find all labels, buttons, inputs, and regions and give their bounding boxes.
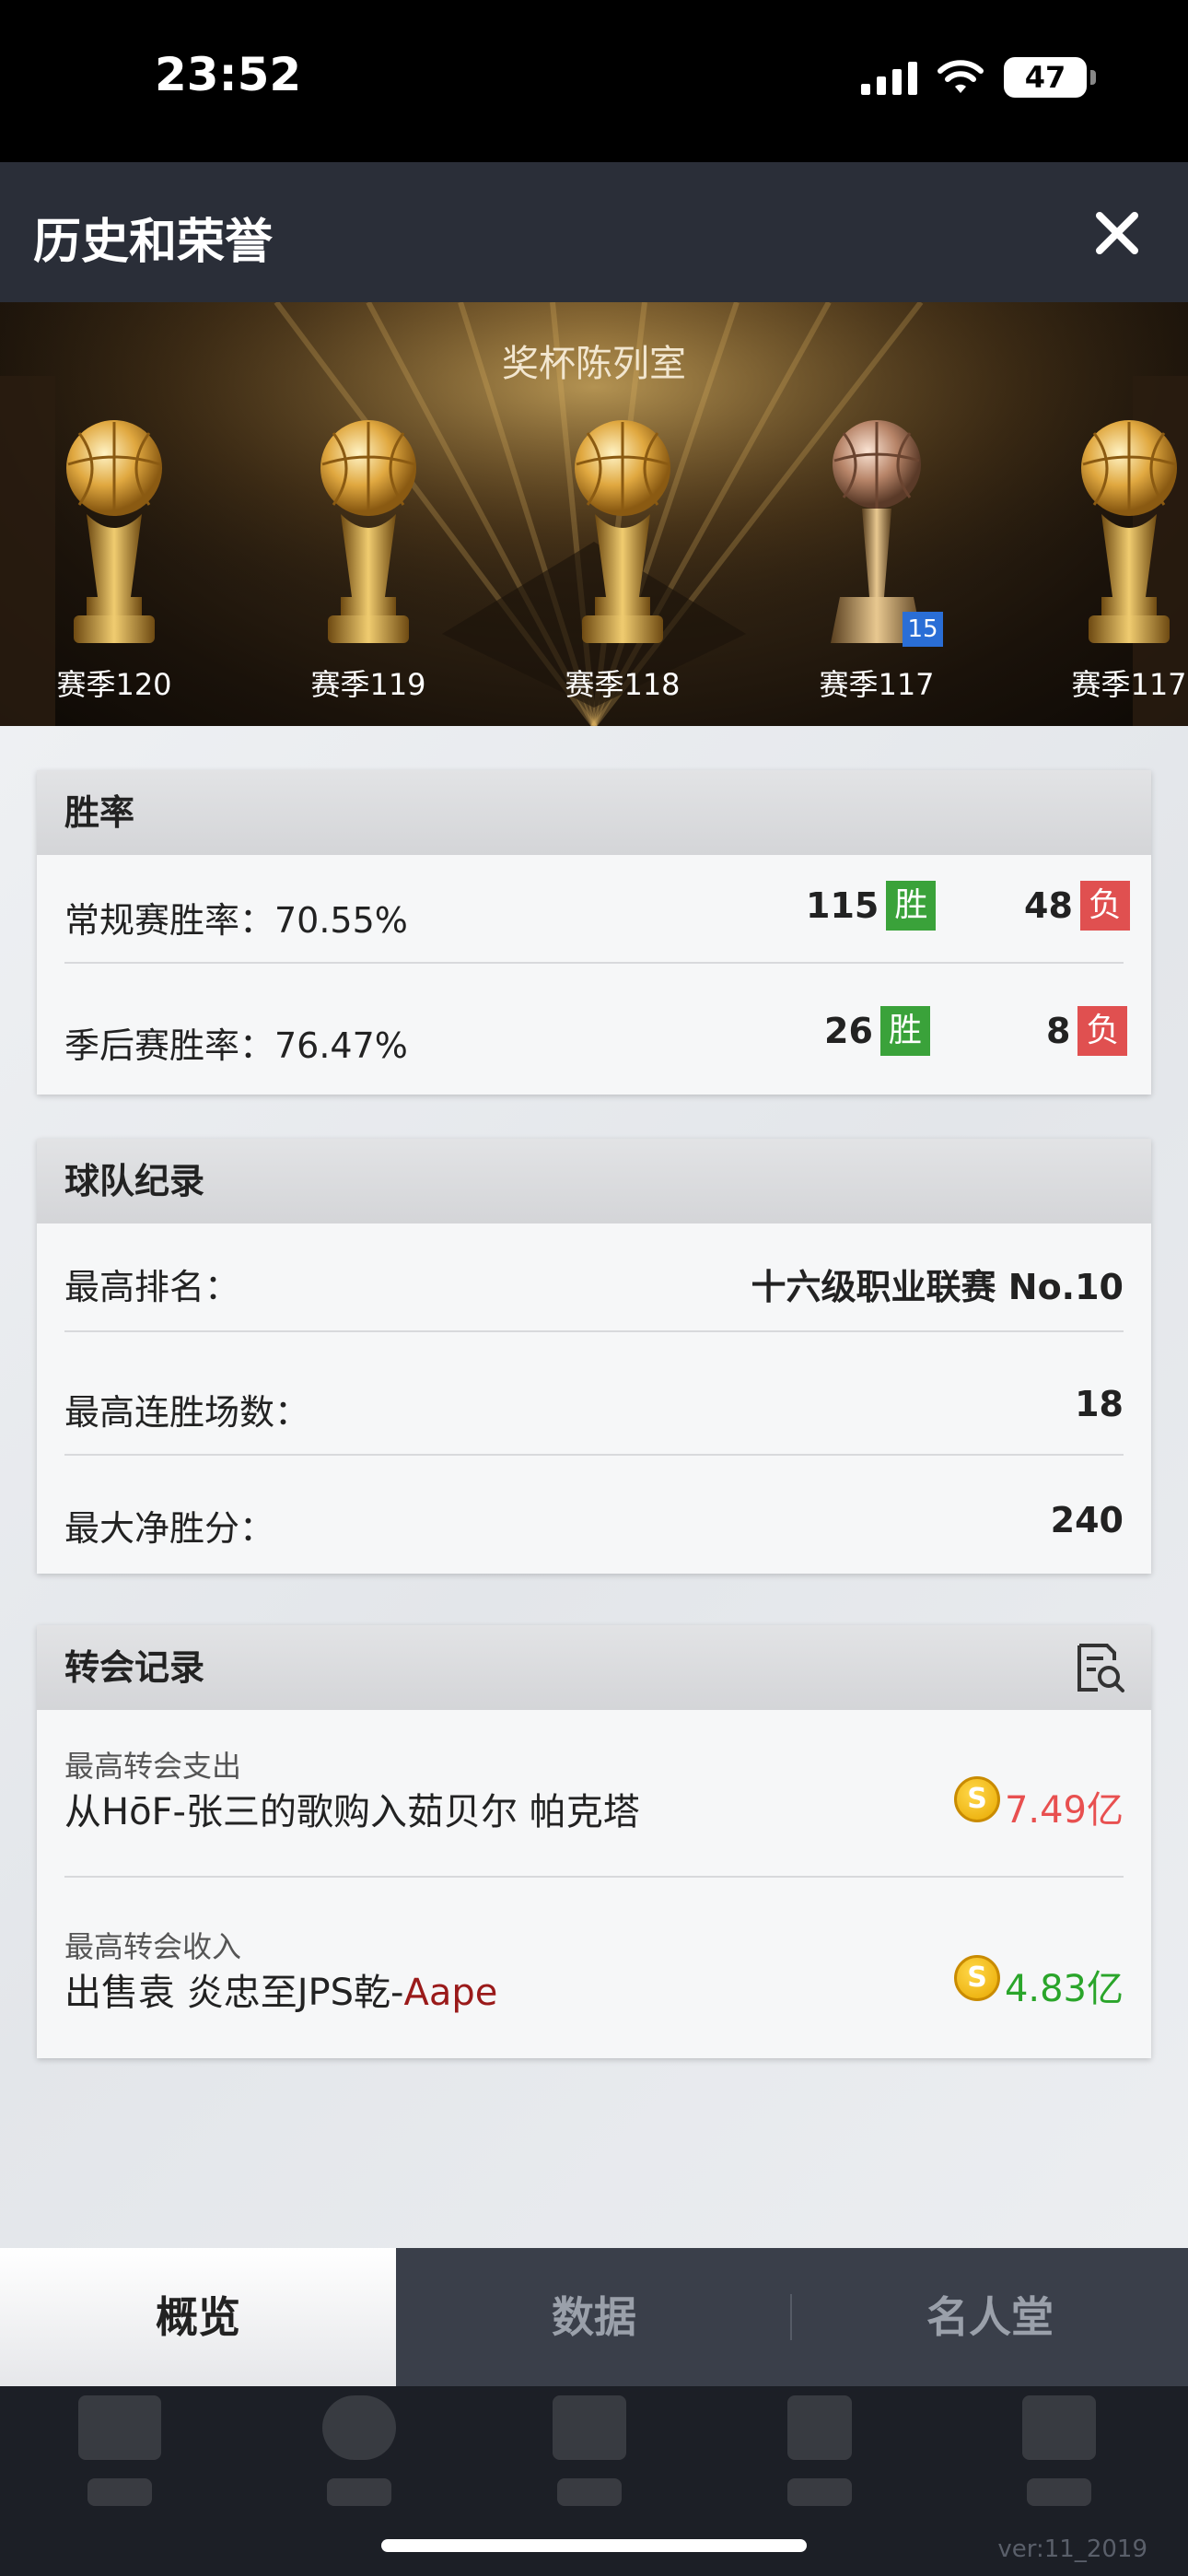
battery-icon: 47 (1004, 57, 1096, 98)
trophy-season-118[interactable]: 赛季118 (530, 413, 715, 726)
income-team-name[interactable]: Aape (403, 1972, 497, 2014)
team-record-card: 球队纪录 最高排名： 十六级职业联赛 No.10 最高连胜场数： 18 最大净胜… (37, 1139, 1151, 1574)
banner-title: 奖杯陈列室 (502, 343, 686, 385)
loss-tag: 负 (1079, 881, 1130, 931)
record-value: 240 (1050, 1500, 1124, 1540)
trophy-label: 赛季117 (819, 667, 935, 702)
trophy-icon (320, 420, 416, 643)
trophy-banner: 奖杯陈列室 赛季120 赛季119 赛季118 赛季117 赛季117 (0, 302, 1188, 726)
tab-bar: 概览 数据 名人堂 (0, 2248, 1188, 2386)
status-time: 23:52 (155, 48, 302, 101)
income-amount: 4.83亿 (1004, 1968, 1124, 2010)
wins-count: 115 (806, 885, 879, 926)
income-label: 最高转会收入 (64, 1929, 242, 1964)
trophy-season-117-b[interactable]: 赛季117 (1037, 413, 1188, 726)
spend-amount: 7.49亿 (1004, 1789, 1124, 1832)
tab-data[interactable]: 数据 (396, 2248, 792, 2386)
coin-icon: S (954, 1955, 1000, 2001)
trophy-season-119[interactable]: 赛季119 (276, 413, 460, 726)
tab-hall-of-fame[interactable]: 名人堂 (792, 2248, 1188, 2386)
version-label: ver:11_2019 (997, 2535, 1147, 2563)
status-icons: 47 (861, 57, 1096, 98)
playoff-label: 季后赛胜率：76.47% (64, 1025, 408, 1066)
record-row: 最高排名： 十六级职业联赛 No.10 (64, 1259, 1124, 1309)
divider (64, 1876, 1124, 1878)
divider (64, 1330, 1124, 1332)
blurred-nav-icon (74, 2395, 166, 2534)
close-button[interactable] (1083, 199, 1151, 267)
record-label: 最高连胜场数： (64, 1392, 310, 1433)
wins-count: 26 (824, 1011, 873, 1051)
blurred-nav-icon (1013, 2395, 1105, 2534)
record-value: 十六级职业联赛 No.10 (751, 1267, 1124, 1307)
trophy-count-badge: 15 (903, 612, 943, 647)
card-title-text: 转会记录 (64, 1647, 205, 1688)
record-value: 18 (1075, 1384, 1124, 1424)
header: 历史和荣誉 (0, 162, 1188, 302)
signal-icon (861, 60, 917, 95)
record-row: 最高连胜场数： 18 (64, 1384, 1124, 1434)
win-tag: 胜 (886, 881, 937, 931)
regular-season-label: 常规赛胜率：70.55% (64, 900, 408, 941)
card-title: 转会记录 (37, 1625, 1151, 1710)
loss-tag: 负 (1077, 1006, 1128, 1056)
regular-season-row: 常规赛胜率：70.55% (64, 892, 1124, 943)
trophy-label: 赛季118 (565, 667, 681, 702)
page-title: 历史和荣誉 (33, 215, 274, 270)
home-indicator[interactable] (381, 2539, 807, 2552)
spend-label: 最高转会支出 (64, 1749, 242, 1784)
losses-count: 48 (1024, 885, 1073, 926)
tab-overview[interactable]: 概览 (0, 2248, 396, 2386)
status-bar: 23:52 47 (0, 0, 1188, 162)
tab-label: 数据 (552, 2292, 636, 2342)
trophy-label: 赛季117 (1071, 667, 1187, 702)
income-text-prefix: 出售袁 炎忠至JPS乾- (64, 1972, 404, 2014)
blurred-nav-icon (543, 2395, 635, 2534)
spend-text: 从HōF-张三的歌购入茹贝尔 帕克塔 (64, 1791, 640, 1833)
win-tag: 胜 (879, 1006, 930, 1056)
trophy-icon (66, 420, 162, 643)
income-text: 出售袁 炎忠至JPS乾-Aape (64, 1962, 497, 2016)
card-title: 球队纪录 (37, 1139, 1151, 1224)
trophy-label: 赛季120 (56, 667, 172, 702)
divider (64, 1454, 1124, 1456)
win-rate-card: 胜率 常规赛胜率：70.55% 115 胜 48 负 季后赛胜率：76.47% … (37, 770, 1151, 1095)
tab-label: 名人堂 (926, 2292, 1054, 2342)
record-row: 最大净胜分： 240 (64, 1500, 1124, 1551)
trophy-icon (1081, 420, 1177, 643)
main-content: 胜率 常规赛胜率：70.55% 115 胜 48 负 季后赛胜率：76.47% … (0, 726, 1188, 2248)
blurred-nav-icon (313, 2395, 405, 2534)
card-title: 胜率 (37, 770, 1151, 855)
trophy-label: 赛季119 (310, 667, 426, 702)
record-label: 最大净胜分： (64, 1508, 275, 1549)
search-record-icon[interactable] (1072, 1640, 1127, 1695)
regular-wins: 115 胜 (806, 881, 937, 931)
coin-icon: S (954, 1776, 1000, 1822)
record-label: 最高排名： (64, 1267, 240, 1307)
blurred-nav-icon (774, 2395, 866, 2534)
close-icon (1096, 212, 1138, 254)
playoff-wins: 26 胜 (824, 1006, 930, 1056)
divider (64, 962, 1124, 964)
wifi-icon (938, 60, 984, 93)
regular-losses: 48 负 (1024, 881, 1130, 931)
transfer-record-card: 转会记录 最高转会支出 从HōF-张三的歌购入茹贝尔 帕克塔 S 7.49亿 最… (37, 1625, 1151, 2058)
tab-label: 概览 (156, 2292, 240, 2342)
trophy-icon (575, 420, 670, 643)
playoff-row: 季后赛胜率：76.47% (64, 1017, 1124, 1068)
playoff-losses: 8 负 (1046, 1006, 1128, 1056)
losses-count: 8 (1046, 1011, 1071, 1051)
trophy-season-117[interactable]: 赛季117 (785, 413, 969, 726)
trophy-season-120[interactable]: 赛季120 (22, 413, 206, 726)
